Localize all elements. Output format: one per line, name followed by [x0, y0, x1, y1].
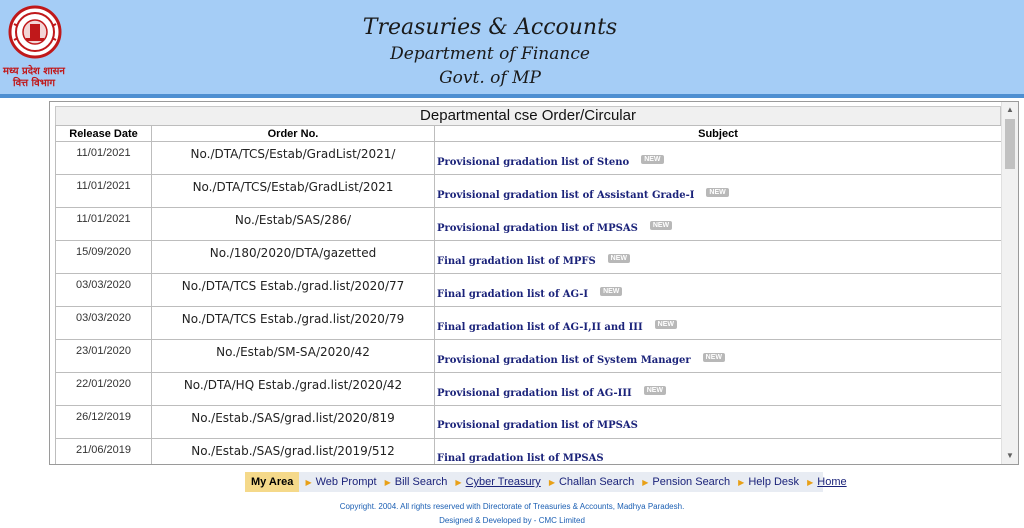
nav-bill-search[interactable]: Bill Search	[393, 472, 450, 492]
header-divider	[0, 94, 1024, 98]
release-date-cell: 03/03/2020	[55, 273, 152, 307]
subject-cell: Final gradation list of AG-I,II and III N…	[434, 306, 1002, 340]
department-title: Department of Finance	[390, 44, 590, 64]
scroll-down-arrow-icon[interactable]: ▼	[1002, 448, 1018, 464]
subject-cell: Provisional gradation list of MPSAS	[434, 405, 1002, 439]
new-badge-icon: NEW	[654, 320, 677, 329]
mp-government-emblem-icon	[8, 5, 62, 59]
logo-caption-line-1: मध्य प्रदेश शासन	[2, 66, 65, 77]
order-number-cell: No./Estab/SM-SA/2020/42	[151, 339, 435, 373]
table-row: 03/03/2020 No./DTA/TCS Estab./grad.list/2…	[55, 306, 1002, 340]
release-date-cell: 23/01/2020	[55, 339, 152, 373]
release-date-cell: 15/09/2020	[55, 240, 152, 274]
developer-credit: Designed & Developed by - CMC Limited	[439, 516, 585, 525]
order-number-cell: No./DTA/HQ Estab./grad.list/2020/42	[151, 372, 435, 406]
order-number-cell: No./DTA/TCS Estab./grad.list/2020/77	[151, 273, 435, 307]
subject-link[interactable]: Provisional gradation list of Assistant …	[437, 190, 694, 201]
nav-home[interactable]: Home	[815, 472, 848, 492]
release-date-cell: 21/06/2019	[55, 438, 152, 464]
column-header-subject: Subject	[434, 125, 1002, 142]
release-date-cell: 03/03/2020	[55, 306, 152, 340]
nav-arrow-icon: ▶	[455, 478, 462, 487]
order-number-cell: No./Estab./SAS/grad.list/2019/512	[151, 438, 435, 464]
site-title: Treasuries & Accounts	[362, 15, 618, 40]
subject-link[interactable]: Final gradation list of MPFS	[437, 256, 596, 267]
nav-arrow-icon: ▶	[384, 478, 391, 487]
order-number-cell: No./DTA/TCS/Estab/GradList/2021	[151, 174, 435, 208]
new-badge-icon: NEW	[607, 254, 631, 263]
table-row: 11/01/2021 No./Estab/SAS/286/Provisional …	[55, 207, 1002, 241]
copyright-text: Copyright. 2004. All rights reserved wit…	[339, 502, 685, 511]
table-row: 03/03/2020 No./DTA/TCS Estab./grad.list/2…	[55, 273, 1002, 307]
new-badge-icon: NEW	[649, 221, 673, 230]
release-date-cell: 22/01/2020	[55, 372, 152, 406]
government-title: Govt. of MP	[439, 68, 541, 88]
new-badge-icon: NEW	[643, 386, 667, 395]
nav-arrow-icon: ▶	[807, 478, 814, 487]
new-badge-icon: NEW	[641, 155, 664, 164]
release-date-cell: 11/01/2021	[55, 207, 152, 241]
logo-caption-line-2: वित्त विभाग	[13, 78, 55, 89]
nav-cyber-treasury[interactable]: Cyber Treasury	[464, 472, 543, 492]
release-date-cell: 11/01/2021	[55, 141, 152, 175]
nav-help-desk[interactable]: Help Desk	[746, 472, 801, 492]
table-header-row: Release Date Order No. Subject	[55, 125, 1002, 142]
table-row: 23/01/2020 No./Estab/SM-SA/2020/42 Provisi…	[55, 339, 1002, 373]
nav-my-area[interactable]: My Area	[245, 472, 300, 492]
bottom-nav-bar: My Area ▶ Web Prompt ▶ Bill Search ▶ Cyber …	[245, 472, 847, 492]
table-row: 11/01/2021 No./DTA/TCS/Estab/GradList/202…	[55, 174, 1002, 208]
subject-cell: Provisional gradation list of System Man…	[434, 339, 1002, 373]
nav-challan-search[interactable]: Challan Search	[557, 472, 636, 492]
subject-cell: Provisional gradation list of AG-III NEW	[434, 372, 1002, 406]
order-number-cell: No./DTA/TCS Estab./grad.list/2020/79	[151, 306, 435, 340]
nav-web-prompt[interactable]: Web Prompt	[314, 472, 379, 492]
table-row: 26/12/2019 No./Estab./SAS/grad.list/2020/…	[55, 405, 1002, 439]
logo-caption: मध्य प्रदेश शासन वित्त विभाग	[0, 66, 68, 90]
nav-pension-search[interactable]: Pension Search	[650, 472, 732, 492]
subject-cell: Provisional gradation list of Assistant …	[434, 174, 1002, 208]
nav-arrow-icon: ▶	[738, 478, 745, 487]
table-row: 21/06/2019 No./Estab./SAS/grad.list/2019/…	[55, 438, 1002, 464]
table-row: 22/01/2020 No./DTA/HQ Estab./grad.list/20…	[55, 372, 1002, 406]
order-number-cell: No./Estab/SAS/286/	[151, 207, 435, 241]
subject-link[interactable]: Provisional gradation list of Steno	[437, 157, 629, 168]
subject-cell: Final gradation list of MPSAS	[434, 438, 1002, 464]
order-number-cell: No./Estab./SAS/grad.list/2020/819	[151, 405, 435, 439]
nav-arrow-icon: ▶	[548, 478, 555, 487]
subject-link[interactable]: Provisional gradation list of AG-III	[437, 388, 632, 399]
panel-title: Departmental cse Order/Circular	[55, 106, 1001, 126]
subject-cell: Final gradation list of MPFS NEW	[434, 240, 1002, 274]
subject-link[interactable]: Final gradation list of AG-I,II and III	[437, 322, 643, 333]
new-badge-icon: NEW	[706, 188, 729, 197]
table-row: 11/01/2021 No./DTA/TCS/Estab/GradList/202…	[55, 141, 1002, 175]
subject-link[interactable]: Provisional gradation list of System Man…	[437, 355, 691, 366]
subject-cell: Final gradation list of AG-I NEW	[434, 273, 1002, 307]
subject-link[interactable]: Final gradation list of MPSAS	[437, 453, 604, 464]
column-header-order-no: Order No.	[151, 125, 435, 142]
order-number-cell: No./DTA/TCS/Estab/GradList/2021/	[151, 141, 435, 175]
subject-link[interactable]: Provisional gradation list of MPSAS	[437, 420, 638, 431]
table-row: 15/09/2020 No./180/2020/DTA/gazetted Final…	[55, 240, 1002, 274]
subject-link[interactable]: Provisional gradation list of MPSAS	[437, 223, 638, 234]
release-date-cell: 26/12/2019	[55, 405, 152, 439]
subject-cell: Provisional gradation list of MPSAS NEW	[434, 207, 1002, 241]
subject-link[interactable]: Final gradation list of AG-I	[437, 289, 588, 300]
header-titles: Treasuries & Accounts Department of Fina…	[290, 14, 690, 90]
scrollbar-thumb[interactable]	[1005, 119, 1015, 169]
circular-table: Release Date Order No. Subject 11/01/202…	[55, 125, 1002, 464]
subject-cell: Provisional gradation list of Steno NEW	[434, 141, 1002, 175]
circular-panel: Departmental cse Order/Circular Release …	[49, 101, 1019, 465]
new-badge-icon: NEW	[600, 287, 623, 296]
nav-arrow-icon: ▶	[642, 478, 649, 487]
column-header-release-date: Release Date	[55, 125, 152, 142]
table-body: 11/01/2021 No./DTA/TCS/Estab/GradList/202…	[55, 141, 1002, 464]
order-number-cell: No./180/2020/DTA/gazetted	[151, 240, 435, 274]
nav-arrow-icon: ▶	[305, 478, 312, 487]
circular-table-wrapper: Release Date Order No. Subject 11/01/202…	[55, 125, 1002, 464]
new-badge-icon: NEW	[702, 353, 726, 362]
vertical-scrollbar[interactable]: ▲ ▼	[1001, 102, 1018, 464]
release-date-cell: 11/01/2021	[55, 174, 152, 208]
scroll-up-arrow-icon[interactable]: ▲	[1002, 102, 1018, 118]
